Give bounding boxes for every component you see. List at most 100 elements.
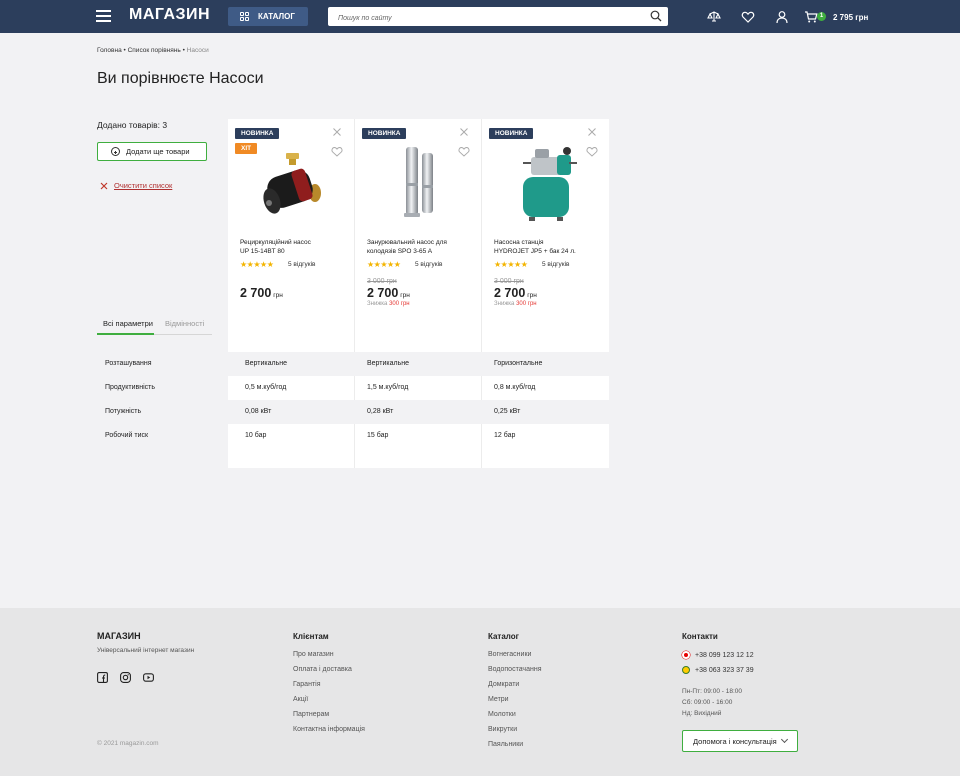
footer-logo[interactable]: МАГАЗИН (97, 631, 141, 641)
discount-text: Знижка 300 грн (494, 301, 537, 307)
product-price: 2 700 грн (240, 286, 283, 300)
spec-row: Продуктивність 0,5 м.куб/год 1,5 м.куб/г… (97, 376, 609, 400)
footer-link[interactable]: Домкрати (488, 681, 519, 688)
spec-row: Робочий тиск 10 бар 15 бар 12 бар (97, 424, 609, 448)
product-name[interactable]: Рециркуляційний насос UP 15-14BT 80 (240, 238, 340, 256)
instagram-icon[interactable] (120, 672, 131, 683)
product-image[interactable] (255, 143, 330, 223)
plus-circle-icon (111, 147, 120, 156)
heart-icon[interactable] (331, 146, 343, 157)
reviews-link[interactable]: 5 відгуків (415, 261, 442, 268)
product-name[interactable]: Насосна станція HYDROJET JP5 + бак 24 л. (494, 238, 594, 256)
copyright: © 2021 magazin.com (97, 740, 159, 747)
footer-link[interactable]: Про магазин (293, 651, 334, 658)
working-hours: Пн-Пт: 09:00 - 18:00 (682, 688, 742, 695)
add-more-button[interactable]: Додати ще товари (97, 142, 207, 161)
phone-lifecell[interactable]: +38 063 323 37 39 (682, 666, 754, 674)
product-name[interactable]: Занурювальний насос для колодязів SPO 3-6… (367, 238, 467, 256)
search-box (328, 7, 668, 28)
product-image[interactable] (382, 143, 457, 223)
footer-link[interactable]: Контактна інформація (293, 726, 365, 733)
heart-icon[interactable] (741, 10, 755, 24)
heart-icon[interactable] (586, 146, 598, 157)
old-price: 3 000 грн (494, 278, 524, 285)
phone-vodafone[interactable]: +38 099 123 12 12 (682, 651, 754, 659)
site-header: МАГАЗИН КАТАЛОГ 1 2 795 грн (0, 0, 960, 33)
badge-new: НОВИНКА (362, 128, 407, 139)
footer-link[interactable]: Партнерам (293, 711, 329, 718)
page-title: Ви порівнюєте Насоси (97, 70, 264, 87)
working-hours: Сб: 09:00 - 16:00 (682, 699, 733, 706)
search-input[interactable] (328, 9, 628, 28)
add-more-label: Додати ще товари (126, 147, 190, 156)
footer-catalog-title: Каталог (488, 632, 519, 641)
cart-total[interactable]: 2 795 грн (833, 13, 868, 22)
user-icon[interactable] (775, 10, 789, 24)
spec-value: 0,5 м.куб/год (245, 384, 287, 391)
spec-value: 1,5 м.куб/год (367, 384, 409, 391)
chevron-down-icon (780, 735, 788, 744)
badge-new: НОВИНКА (489, 128, 534, 139)
remove-icon[interactable] (460, 128, 468, 136)
footer-link[interactable]: Метри (488, 696, 509, 703)
spec-value: 0,28 кВт (367, 408, 394, 415)
remove-icon[interactable] (588, 128, 596, 136)
working-hours: Нд: Вихідний (682, 710, 722, 717)
youtube-icon[interactable] (143, 672, 154, 683)
site-footer: МАГАЗИН Універсальний інтернет магазин ©… (0, 608, 960, 776)
product-image[interactable] (509, 143, 584, 223)
lifecell-icon (682, 666, 690, 674)
breadcrumb-current: Насоси (186, 47, 209, 54)
catalog-button-label: КАТАЛОГ (258, 12, 295, 21)
help-consultation-button[interactable]: Допомога і консультація (682, 730, 798, 752)
menu-icon[interactable] (96, 10, 111, 22)
spec-row: Розташування Вертикальне Вертикальне Гор… (97, 352, 609, 376)
footer-clients-title: Клієнтам (293, 632, 329, 641)
spec-label: Розташування (105, 360, 152, 367)
facebook-icon[interactable] (97, 672, 108, 683)
clear-list-link[interactable]: Очистити список (100, 181, 172, 190)
spec-value: 12 бар (494, 432, 516, 439)
spec-value: 0,25 кВт (494, 408, 521, 415)
close-icon (100, 182, 108, 189)
rating-stars: ★★★★★ (367, 260, 401, 269)
spec-label: Продуктивність (105, 384, 155, 391)
footer-link[interactable]: Оплата і доставка (293, 666, 352, 673)
catalog-button[interactable]: КАТАЛОГ (228, 7, 308, 26)
spec-label: Робочий тиск (105, 432, 149, 439)
tab-all-params[interactable]: Всі параметри (103, 319, 153, 328)
spec-row: Потужність 0,08 кВт 0,28 кВт 0,25 кВт (97, 400, 609, 424)
footer-link[interactable]: Гарантія (293, 681, 321, 688)
footer-link[interactable]: Паяльники (488, 741, 523, 748)
tab-differences[interactable]: Відмінності (165, 319, 204, 328)
product-price: 2 700 грн (494, 286, 537, 300)
rating-stars: ★★★★★ (494, 260, 528, 269)
spec-value: 0,8 м.куб/год (494, 384, 536, 391)
clear-list-label: Очистити список (114, 181, 173, 190)
spec-value: 10 бар (245, 432, 267, 439)
footer-link[interactable]: Викрутки (488, 726, 517, 733)
footer-link[interactable]: Водопостачання (488, 666, 542, 673)
footer-link[interactable]: Акції (293, 696, 308, 703)
search-icon[interactable] (650, 10, 662, 22)
active-tab-indicator (97, 333, 154, 335)
heart-icon[interactable] (458, 146, 470, 157)
badge-hit: ХІТ (235, 143, 258, 154)
cart-icon[interactable] (804, 10, 818, 24)
reviews-link[interactable]: 5 відгуків (542, 261, 569, 268)
footer-link[interactable]: Молотки (488, 711, 516, 718)
cart-count-badge: 1 (817, 12, 826, 21)
breadcrumb-home[interactable]: Головна (97, 47, 122, 54)
footer-link[interactable]: Вогнегасники (488, 651, 531, 658)
compare-tabs: Всі параметри Відмінності (97, 316, 212, 335)
discount-text: Знижка 300 грн (367, 301, 410, 307)
spec-value: Вертикальне (367, 360, 410, 367)
vodafone-icon (682, 651, 690, 659)
remove-icon[interactable] (333, 128, 341, 136)
reviews-link[interactable]: 5 відгуків (288, 261, 315, 268)
spec-value: Горизонтальне (494, 360, 543, 367)
breadcrumb-compare-list[interactable]: Список порівнянь (128, 47, 181, 54)
compare-icon[interactable] (707, 10, 721, 24)
badge-new: НОВИНКА (235, 128, 280, 139)
site-logo[interactable]: МАГАЗИН (129, 6, 210, 24)
